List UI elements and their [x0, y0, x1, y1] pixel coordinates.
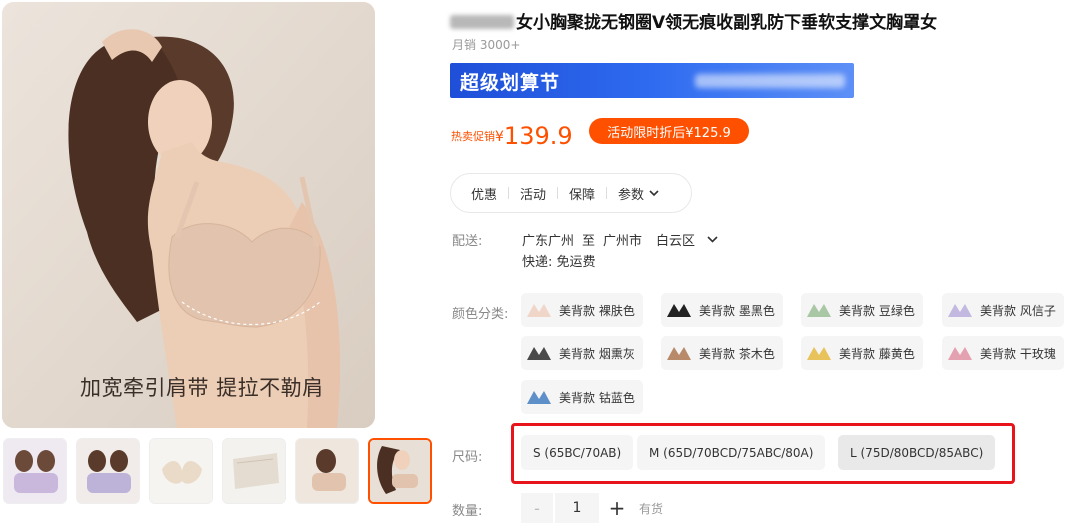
color-option[interactable]: 美背款 风信子	[942, 293, 1064, 327]
color-option[interactable]: 美背款 茶木色	[661, 336, 783, 370]
bra-swatch-icon	[805, 299, 833, 321]
size-option-s[interactable]: S (65BC/70AB)	[521, 435, 634, 470]
color-option[interactable]: 美背款 藤黄色	[801, 336, 923, 370]
image-caption: 加宽牵引肩带 提拉不勒肩	[80, 376, 324, 400]
size-option-l[interactable]: L (75D/80BCD/85ABC)	[838, 435, 996, 470]
product-title: 女小胸聚拢无钢圈V领无痕收副乳防下垂软支撑文胸罩女	[450, 8, 1070, 33]
main-product-image[interactable]: 加宽牵引肩带 提拉不勒肩	[2, 2, 375, 428]
thumbnail-strip	[3, 438, 433, 504]
color-option[interactable]: 美背款 豆绿色	[801, 293, 923, 327]
color-option-label: 美背款 藤黄色	[839, 346, 915, 361]
currency-symbol: ¥	[495, 129, 504, 145]
color-option[interactable]: 美背款 钴蓝色	[521, 380, 643, 414]
tab-discounts[interactable]: 优惠	[471, 184, 497, 203]
model-photo	[2, 2, 375, 428]
tab-activities[interactable]: 活动	[520, 184, 546, 203]
brand-name-redacted	[450, 15, 514, 29]
bra-swatch-icon	[665, 299, 693, 321]
stock-status: 有货	[639, 501, 664, 516]
tab-params[interactable]: 参数	[618, 184, 659, 203]
banner-blurred-text	[695, 74, 845, 88]
tab-divider	[508, 187, 510, 199]
price-value: 139.9	[503, 122, 573, 150]
bra-swatch-icon	[946, 299, 974, 321]
color-options: 美背款 裸肤色 美背款 墨黑色 美背款 豆绿色 美背款 风信子 美背款 烟熏灰 …	[521, 293, 1076, 418]
quantity-increase-button[interactable]: +	[601, 493, 633, 523]
color-option[interactable]: 美背款 墨黑色	[661, 293, 783, 327]
color-option-label: 美背款 烟熏灰	[559, 346, 635, 361]
color-option-label: 美背款 茶木色	[699, 346, 775, 361]
bra-swatch-icon	[805, 342, 833, 364]
shipping-method: 快递: 免运费	[522, 255, 596, 270]
price-label: 热卖促销	[451, 130, 495, 143]
color-option-label: 美背款 干玫瑰	[980, 346, 1056, 361]
color-option-label: 美背款 风信子	[980, 303, 1056, 318]
thumbnail-3[interactable]	[149, 438, 213, 504]
color-option-label: 美背款 豆绿色	[839, 303, 915, 318]
chevron-down-icon	[707, 232, 718, 247]
tab-divider	[606, 187, 608, 199]
monthly-sales: 月销 3000+	[452, 38, 521, 52]
color-option-label: 美背款 墨黑色	[699, 303, 775, 318]
thumbnail-6-selected[interactable]	[368, 438, 432, 504]
size-option-m[interactable]: M (65D/70BCD/75ABC/80A)	[637, 435, 826, 470]
promo-price-badge[interactable]: 活动限时折后¥125.9	[589, 118, 749, 144]
quantity-stepper: - 1 + 有货	[521, 493, 663, 523]
quantity-input[interactable]: 1	[555, 493, 599, 523]
chevron-down-icon	[649, 186, 659, 201]
bra-swatch-icon	[946, 342, 974, 364]
thumbnail-1[interactable]	[3, 438, 67, 504]
bra-swatch-icon	[525, 342, 553, 364]
thumbnail-4[interactable]	[222, 438, 286, 504]
shipping-location[interactable]: 广东广州 至 广州市 白云区	[522, 230, 718, 249]
color-option-label: 美背款 钴蓝色	[559, 390, 635, 405]
ship-district: 白云区	[656, 234, 696, 249]
bra-swatch-icon	[665, 342, 693, 364]
quantity-decrease-button[interactable]: -	[521, 493, 553, 523]
thumbnail-2[interactable]	[76, 438, 140, 504]
bra-swatch-icon	[525, 386, 553, 408]
ship-to-word: 至	[582, 234, 596, 249]
color-option[interactable]: 美背款 烟熏灰	[521, 336, 643, 370]
tab-params-label: 参数	[618, 187, 645, 203]
info-tabs: 优惠 活动 保障 参数	[450, 173, 692, 213]
ship-from: 广东广州	[522, 234, 575, 249]
color-option-label: 美背款 裸肤色	[559, 303, 635, 318]
color-label: 颜色分类:	[452, 307, 509, 322]
bra-swatch-icon	[525, 299, 553, 321]
price-row: 热卖促销 ¥ 139.9	[451, 116, 573, 148]
shipping-label: 配送:	[452, 234, 483, 249]
color-option[interactable]: 美背款 干玫瑰	[942, 336, 1064, 370]
color-option[interactable]: 美背款 裸肤色	[521, 293, 643, 327]
ship-city: 广州市	[603, 234, 643, 249]
size-label: 尺码:	[452, 450, 483, 465]
banner-title: 超级划算节	[460, 72, 561, 94]
tab-guarantee[interactable]: 保障	[569, 184, 595, 203]
quantity-label: 数量:	[452, 504, 483, 519]
tab-divider	[557, 187, 559, 199]
thumbnail-5[interactable]	[295, 438, 359, 504]
promo-banner[interactable]: 超级划算节	[450, 63, 854, 98]
